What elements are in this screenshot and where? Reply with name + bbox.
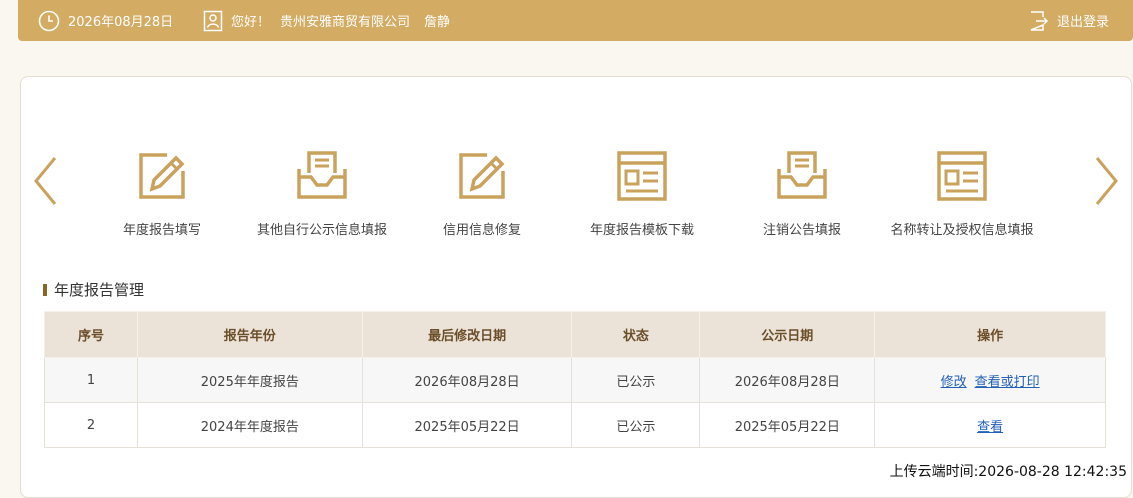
status: 已公示	[571, 402, 701, 448]
section-title-text: 年度报告管理	[54, 281, 145, 299]
upload-time: 上传云端时间:2026-08-28 12:42:35	[889, 464, 1127, 480]
chevron-left-icon	[31, 157, 59, 211]
last-modified-date: 2025年05月22日	[361, 402, 573, 448]
greeting: 您好！	[231, 15, 271, 30]
shortcut-label: 注销公告填报	[762, 223, 841, 238]
user-name: 詹静	[424, 15, 451, 30]
main-card: 年度报告填写 其他自行公示信息填报 信用信息修复 年度报告模板下载 注销公告填报…	[20, 76, 1132, 498]
pencil-form-icon	[455, 149, 509, 203]
view-link[interactable]: 查看	[977, 420, 1003, 435]
shortcut-label: 年度报告填写	[122, 223, 201, 238]
annual-report-table: 序号 报告年份 最后修改日期 状态 公示日期 操作 1 2025年年度报告 20…	[44, 311, 1106, 448]
user-info: 您好！ 贵州安雅商贸有限公司 詹静	[203, 0, 450, 41]
report-year: 2025年年度报告	[136, 357, 363, 403]
document-tray-icon	[775, 149, 829, 203]
chevron-right-icon	[1093, 157, 1121, 211]
shortcut-cancellation-notice[interactable]: 注销公告填报	[722, 149, 882, 244]
title-marker	[43, 283, 47, 296]
column-header: 状态	[571, 311, 701, 358]
shortcut-annual-report-fill[interactable]: 年度报告填写	[82, 149, 242, 244]
column-header: 公示日期	[699, 311, 876, 358]
shortcut-label: 其他自行公示信息填报	[256, 223, 387, 238]
logout-icon	[1029, 10, 1049, 32]
status: 已公示	[571, 357, 701, 403]
table-header-row: 序号 报告年份 最后修改日期 状态 公示日期 操作	[44, 311, 1106, 358]
template-window-icon	[935, 149, 989, 203]
date-display: 2026年08月28日	[38, 0, 173, 41]
column-header: 序号	[44, 311, 138, 358]
logout-label: 退出登录	[1056, 15, 1109, 30]
shortcut-template-download[interactable]: 年度报告模板下载	[562, 149, 722, 244]
view-print-link[interactable]: 查看或打印	[975, 375, 1040, 390]
shortcut-label: 年度报告模板下载	[589, 223, 694, 238]
pencil-form-icon	[135, 149, 189, 203]
top-bar: 2026年08月28日 您好！ 贵州安雅商贸有限公司 詹静 退出登录	[18, 0, 1133, 41]
document-tray-icon	[295, 149, 349, 203]
template-window-icon	[615, 149, 669, 203]
shortcut-name-transfer[interactable]: 名称转让及授权信息填报	[882, 149, 1042, 244]
table-row: 2 2024年年度报告 2025年05月22日 已公示 2025年05月22日 …	[44, 402, 1106, 448]
logout-button[interactable]: 退出登录	[1029, 0, 1109, 41]
shortcut-label: 名称转让及授权信息填报	[890, 223, 1034, 238]
column-header: 报告年份	[136, 311, 363, 358]
carousel-next-button[interactable]	[1093, 155, 1121, 211]
shortcut-other-disclosure[interactable]: 其他自行公示信息填报	[242, 149, 402, 244]
actions-cell: 查看	[874, 402, 1106, 448]
shortcut-credit-repair[interactable]: 信用信息修复	[402, 149, 562, 244]
row-index: 1	[44, 357, 138, 403]
column-header: 操作	[874, 311, 1106, 358]
publish-date: 2025年05月22日	[699, 402, 876, 448]
carousel-prev-button[interactable]	[31, 155, 59, 211]
edit-link[interactable]: 修改	[941, 375, 967, 390]
current-date: 2026年08月28日	[68, 15, 174, 30]
company-name: 贵州安雅商贸有限公司	[280, 15, 411, 30]
last-modified-date: 2026年08月28日	[361, 357, 573, 403]
shortcut-label: 信用信息修复	[442, 223, 521, 238]
row-index: 2	[44, 402, 138, 448]
column-header: 最后修改日期	[361, 311, 573, 358]
section-title: 年度报告管理	[43, 279, 144, 300]
publish-date: 2026年08月28日	[699, 357, 876, 403]
actions-cell: 修改 查看或打印	[874, 357, 1106, 403]
user-badge-icon	[203, 10, 223, 32]
report-year: 2024年年度报告	[136, 402, 363, 448]
clock-icon	[38, 10, 60, 32]
table-row: 1 2025年年度报告 2026年08月28日 已公示 2026年08月28日 …	[44, 357, 1106, 403]
